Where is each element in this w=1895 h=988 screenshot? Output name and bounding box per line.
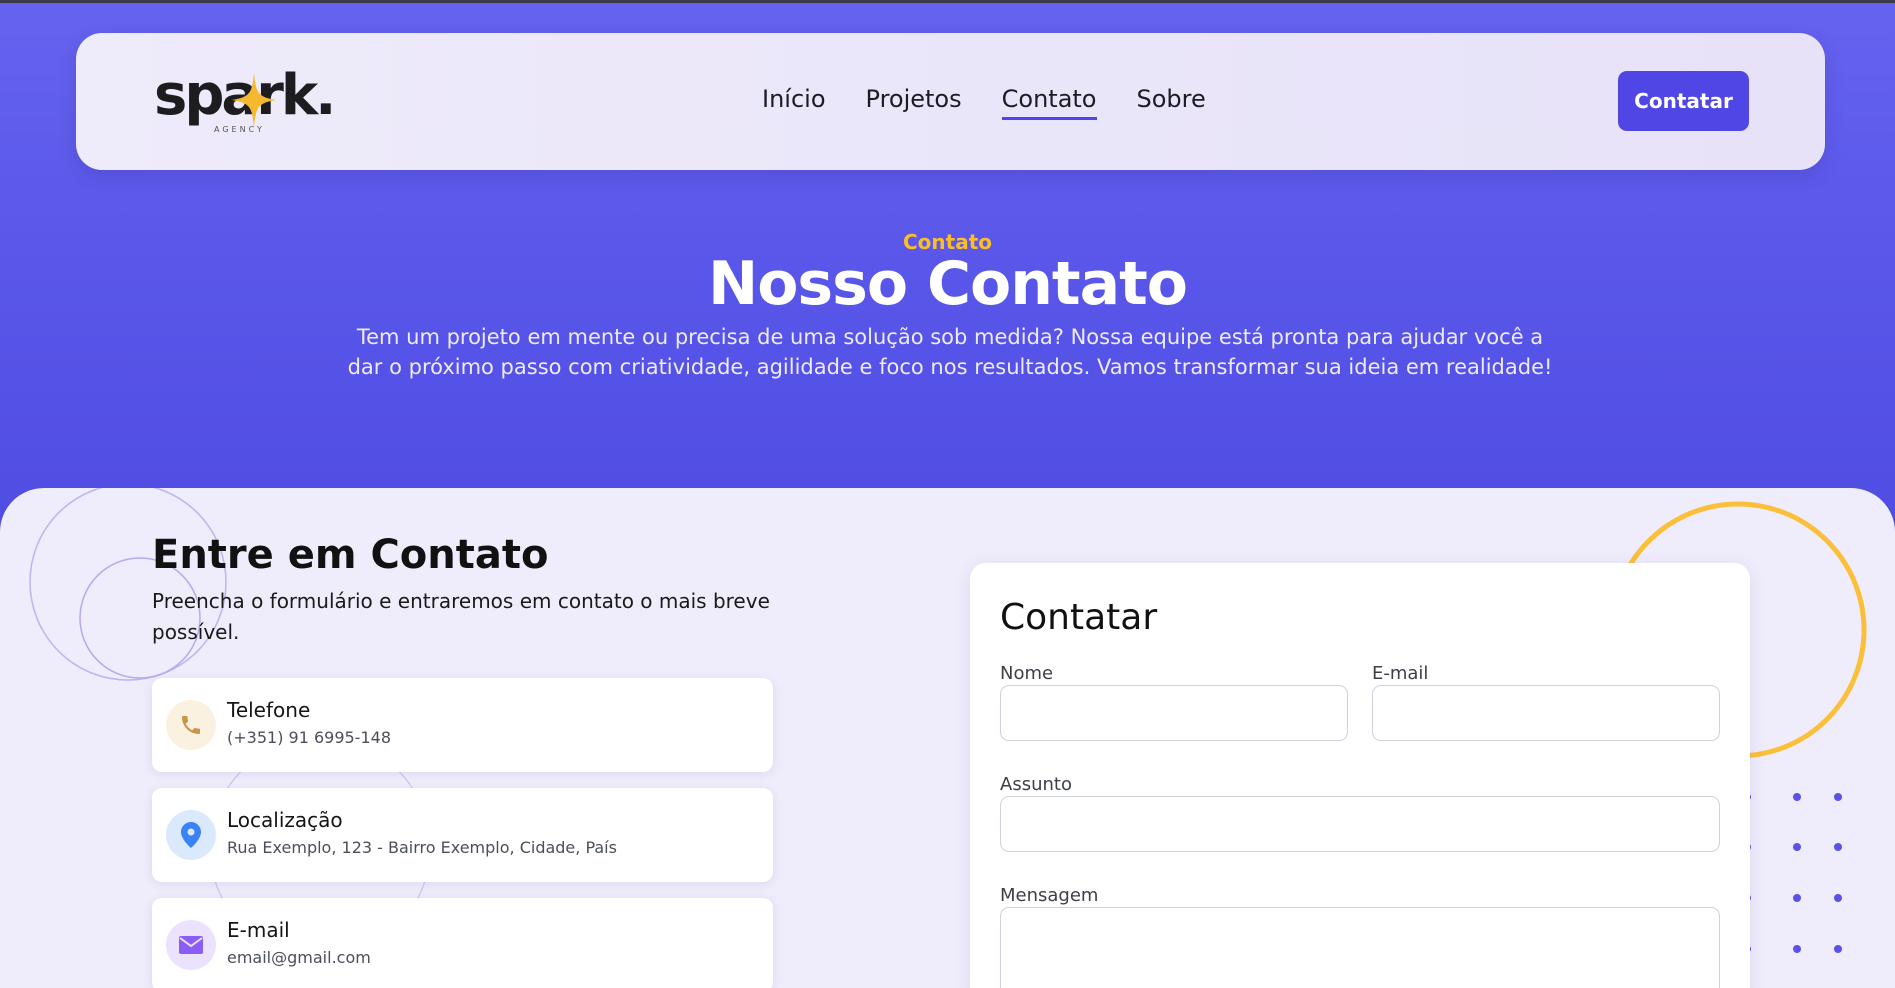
page-title: Nosso Contato: [707, 249, 1188, 319]
contact-info-subtitle: Preencha o formulário e entraremos em co…: [152, 589, 770, 644]
nav-link-contato[interactable]: Contato: [1001, 85, 1097, 120]
name-label: Nome: [1000, 663, 1054, 684]
location-pin-icon: [166, 810, 216, 860]
subject-input[interactable]: [1000, 796, 1720, 852]
contact-card-email[interactable]: E-mail email@gmail.com: [152, 898, 773, 988]
phone-icon: [166, 700, 216, 750]
contact-cta-button[interactable]: Contatar: [1618, 71, 1749, 131]
envelope-icon: [166, 920, 216, 970]
spark-logo[interactable]: spark. AGENCY: [154, 61, 344, 141]
nav-link-projetos[interactable]: Projetos: [866, 85, 962, 120]
contact-card-location[interactable]: Localização Rua Exemplo, 123 - Bairro Ex…: [152, 788, 773, 882]
card-value: email@gmail.com: [227, 948, 371, 967]
message-label: Mensagem: [1000, 885, 1099, 906]
card-label: Localização: [227, 808, 343, 832]
form-title: Contatar: [1000, 597, 1158, 638]
message-textarea[interactable]: [1000, 907, 1720, 988]
nav-link-inicio[interactable]: Início: [762, 85, 826, 120]
card-label: E-mail: [227, 918, 290, 942]
card-value: Rua Exemplo, 123 - Bairro Exemplo, Cidad…: [227, 838, 617, 857]
hero-description: Tem um projeto em mente ou precisa de um…: [347, 325, 1553, 379]
card-label: Telefone: [227, 698, 311, 722]
subject-label: Assunto: [1000, 774, 1072, 795]
contact-form: Contatar Nome E-mail Assunto Mensagem: [970, 563, 1750, 988]
email-label: E-mail: [1372, 663, 1429, 684]
card-value: (+351) 91 6995-148: [227, 728, 391, 747]
name-input[interactable]: [1000, 685, 1348, 741]
contact-card-phone[interactable]: Telefone (+351) 91 6995-148: [152, 678, 773, 772]
contact-section: Entre em Contato Preencha o formulário e…: [0, 488, 1895, 988]
email-input[interactable]: [1372, 685, 1720, 741]
main-nav: Início Projetos Contato Sobre: [762, 85, 1206, 120]
sparkle-star-icon: [232, 73, 276, 127]
contact-info-heading: Entre em Contato: [152, 532, 549, 578]
navbar: spark. AGENCY Início Projetos Contato So…: [76, 33, 1825, 170]
nav-link-sobre[interactable]: Sobre: [1137, 85, 1206, 120]
logo-subtitle: AGENCY: [214, 125, 265, 134]
